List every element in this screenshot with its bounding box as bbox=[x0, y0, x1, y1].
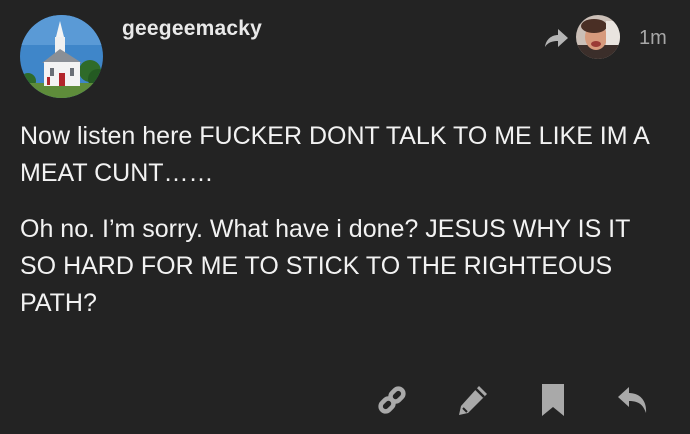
share-arrow-icon[interactable] bbox=[543, 27, 569, 49]
post-paragraph-2: Oh no. I’m sorry. What have i done? JESU… bbox=[20, 215, 630, 317]
link-button[interactable] bbox=[374, 382, 410, 418]
link-icon bbox=[378, 386, 406, 414]
bookmark-button[interactable] bbox=[535, 382, 571, 418]
author-avatar[interactable] bbox=[20, 15, 103, 98]
bookmark-icon bbox=[542, 384, 564, 416]
edit-button[interactable] bbox=[455, 382, 491, 418]
reply-icon bbox=[618, 387, 647, 413]
post-actions bbox=[0, 382, 690, 418]
pencil-icon bbox=[459, 386, 487, 415]
post-paragraph-1: Now listen here FUCKER DONT TALK TO ME L… bbox=[20, 122, 649, 187]
post-timestamp[interactable]: 1m bbox=[639, 27, 667, 50]
reply-button[interactable] bbox=[615, 382, 651, 418]
church-avatar-image bbox=[20, 15, 103, 98]
reply-avatar-image bbox=[576, 15, 620, 59]
reply-to-avatar[interactable] bbox=[576, 15, 620, 59]
post-body: Now listen here FUCKER DONT TALK TO ME L… bbox=[20, 118, 670, 341]
username[interactable]: geegeemacky bbox=[122, 17, 262, 41]
